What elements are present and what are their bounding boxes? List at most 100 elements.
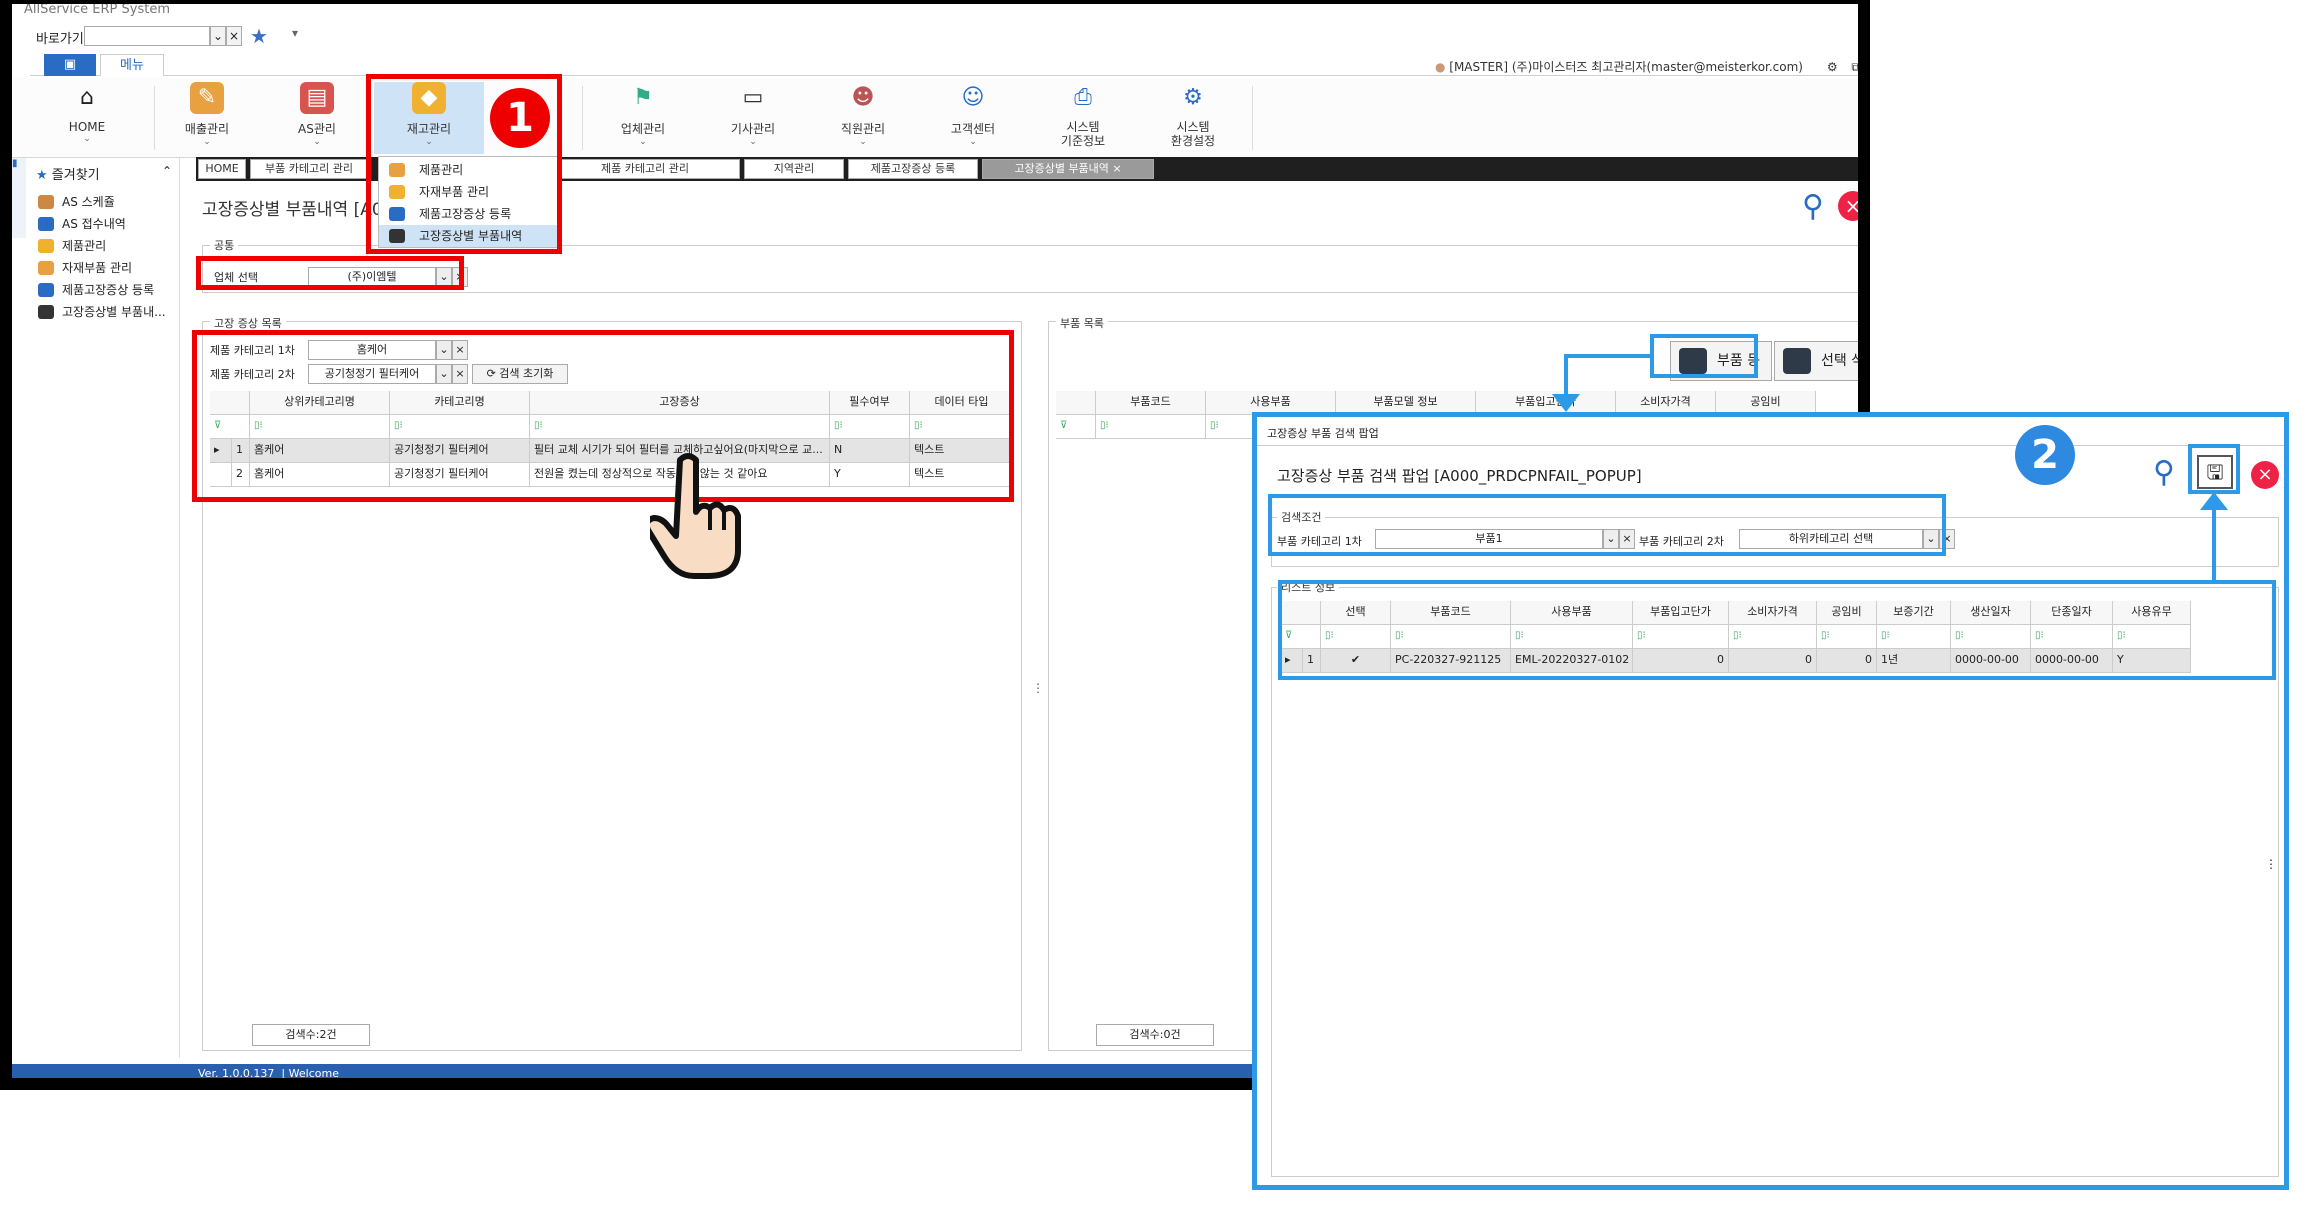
delete-selected-button[interactable]: 선택 삭제 bbox=[1774, 341, 1858, 381]
column-header[interactable]: 보증기간 bbox=[1877, 601, 1951, 625]
ribbon-as-button[interactable]: ▤ AS관리 ⌄ bbox=[262, 82, 372, 154]
table-cell[interactable]: 홈케어 bbox=[250, 463, 390, 487]
close-icon[interactable]: × bbox=[2251, 461, 2279, 489]
table-cell[interactable]: 공기청정기 필터케어 bbox=[390, 439, 530, 463]
filter-cell[interactable]: ▯⁝ bbox=[1096, 415, 1206, 439]
table-cell[interactable]: N bbox=[830, 439, 910, 463]
dropdown-item[interactable]: 고장증상별 부품내역 bbox=[379, 225, 559, 247]
tab-menu[interactable]: 메뉴 bbox=[100, 54, 164, 76]
column-header[interactable]: 카테고리명 bbox=[390, 391, 530, 415]
column-header[interactable]: 사용부품 bbox=[1511, 601, 1633, 625]
filter-cell[interactable]: ▯⁝ bbox=[1877, 625, 1951, 649]
pin-icon[interactable]: ▾ bbox=[292, 26, 298, 40]
star-icon[interactable]: ★ bbox=[250, 24, 268, 48]
clear-icon[interactable]: × bbox=[452, 364, 468, 384]
cat1-select[interactable]: 홈케어 bbox=[308, 340, 436, 360]
ribbon-home-button[interactable]: ⌂ HOME ⌄ bbox=[32, 82, 142, 154]
table-cell[interactable]: 텍스트 bbox=[910, 439, 1014, 463]
filter-cell[interactable]: ▯⁝ bbox=[1391, 625, 1511, 649]
quick-combo[interactable] bbox=[84, 26, 210, 46]
table-cell[interactable]: Y bbox=[830, 463, 910, 487]
ribbon-customer-button[interactable]: ☺ 고객센터 ⌄ bbox=[918, 82, 1028, 154]
sidebar-item[interactable]: AS 스케쥴 bbox=[38, 192, 115, 212]
favorites-header[interactable]: ★ 즐겨찾기 bbox=[36, 164, 100, 183]
filter-cell[interactable]: ▯⁝ bbox=[830, 415, 910, 439]
column-header[interactable]: 생산일자 bbox=[1951, 601, 2031, 625]
chevron-down-icon[interactable]: ⌄ bbox=[1923, 529, 1939, 549]
chevron-down-icon[interactable]: ⌄ bbox=[436, 340, 452, 360]
sidebar-item[interactable]: 제품관리 bbox=[38, 236, 106, 256]
table-cell[interactable]: 공기청정기 필터케어 bbox=[390, 463, 530, 487]
vendor-select[interactable]: (주)이엠텔 bbox=[308, 267, 436, 287]
filter-cell[interactable]: ▯⁝ bbox=[910, 415, 1014, 439]
row-indicator[interactable]: ▸ bbox=[1281, 649, 1303, 673]
ribbon-sysbase-button[interactable]: ⎙ 시스템 기준정보 bbox=[1028, 82, 1138, 154]
column-header[interactable]: 고장증상 bbox=[530, 391, 830, 415]
filter-cell[interactable]: ▯⁝ bbox=[530, 415, 830, 439]
column-header[interactable]: 데이터 타입 bbox=[910, 391, 1014, 415]
clear-icon[interactable]: × bbox=[1619, 529, 1635, 549]
filter-cell[interactable]: ▯⁝ bbox=[2031, 625, 2113, 649]
save-icon[interactable]: 🖫 bbox=[2197, 455, 2233, 489]
sidebar-item[interactable]: 고장증상별 부품내... bbox=[38, 302, 166, 322]
column-header[interactable]: 공임비 bbox=[1817, 601, 1877, 625]
part-cat2-select[interactable]: 하위카테고리 선택 bbox=[1739, 529, 1923, 549]
dropdown-item[interactable]: 제품관리 bbox=[379, 159, 559, 181]
column-header[interactable]: 소비자가격 bbox=[1729, 601, 1817, 625]
cat2-select[interactable]: 공기청정기 필터케어 bbox=[308, 364, 436, 384]
filter-cell[interactable]: ▯⁝ bbox=[1729, 625, 1817, 649]
doc-tab[interactable]: 부품 카테고리 관리 bbox=[250, 159, 368, 179]
close-icon[interactable]: × bbox=[1838, 191, 1858, 221]
column-header[interactable]: 필수여부 bbox=[830, 391, 910, 415]
table-cell[interactable]: 0000-00-00 bbox=[1951, 649, 2031, 673]
filter-cell[interactable]: ▯⁝ bbox=[2113, 625, 2191, 649]
file-tab[interactable]: ▣ bbox=[44, 54, 96, 76]
reset-search-button[interactable]: ⟳ 검색 초기화 bbox=[472, 364, 568, 384]
table-cell[interactable]: 0 bbox=[1817, 649, 1877, 673]
ribbon-sales-button[interactable]: ✎ 매출관리 ⌄ bbox=[152, 82, 262, 154]
close-icon[interactable]: × bbox=[1109, 162, 1121, 175]
column-header[interactable]: 상위카테고리명 bbox=[250, 391, 390, 415]
table-cell[interactable]: 홈케어 bbox=[250, 439, 390, 463]
table-cell[interactable]: 텍스트 bbox=[910, 463, 1014, 487]
sidebar-item[interactable]: 자재부품 관리 bbox=[38, 258, 132, 278]
gear-icon[interactable]: ⚙ bbox=[1827, 60, 1838, 74]
chevron-down-icon[interactable]: ⌄ bbox=[436, 267, 452, 287]
splitter-handle[interactable]: ⋮ bbox=[2265, 857, 2277, 871]
part-cat1-select[interactable]: 부품1 bbox=[1375, 529, 1603, 549]
table-cell[interactable]: 0000-00-00 bbox=[2031, 649, 2113, 673]
row-indicator[interactable] bbox=[210, 463, 232, 487]
table-cell[interactable]: 0 bbox=[1633, 649, 1729, 673]
dropdown-item[interactable]: 자재부품 관리 bbox=[379, 181, 559, 203]
filter-cell[interactable]: ▯⁝ bbox=[250, 415, 390, 439]
column-header[interactable]: 부품코드 bbox=[1096, 391, 1206, 415]
doc-tab[interactable]: 고장증상별 부품내역 × bbox=[982, 159, 1154, 179]
ribbon-sysenv-button[interactable]: ⚙ 시스템 환경설정 bbox=[1138, 82, 1248, 154]
chevron-down-icon[interactable]: ⌄ bbox=[1603, 529, 1619, 549]
filter-cell[interactable]: ▯⁝ bbox=[1817, 625, 1877, 649]
clear-icon[interactable]: × bbox=[452, 340, 468, 360]
sidebar-item[interactable]: AS 접수내역 bbox=[38, 214, 126, 234]
doc-tab[interactable]: HOME bbox=[198, 159, 246, 179]
chevron-down-icon[interactable]: ⌄ bbox=[210, 26, 226, 46]
column-header[interactable]: 부품코드 bbox=[1391, 601, 1511, 625]
search-person-icon[interactable]: ⚲ bbox=[1802, 189, 1824, 224]
close-icon[interactable]: × bbox=[226, 26, 242, 46]
ribbon-stock-button[interactable]: ◆ 재고관리 ⌄ bbox=[374, 82, 484, 154]
table-cell[interactable]: 0 bbox=[1729, 649, 1817, 673]
column-header[interactable]: 사용유무 bbox=[2113, 601, 2191, 625]
sidebar-item[interactable]: 제품고장증상 등록 bbox=[38, 280, 154, 300]
ribbon-staff-button[interactable]: ☻ 직원관리 ⌄ bbox=[808, 82, 918, 154]
table-cell[interactable]: EML-20220327-0102 bbox=[1511, 649, 1633, 673]
filter-cell[interactable]: ▯⁝ bbox=[1951, 625, 2031, 649]
register-part-button[interactable]: 부품 등록 bbox=[1670, 341, 1772, 407]
splitter-handle[interactable]: ⋮ bbox=[1032, 681, 1044, 695]
filter-cell[interactable]: ▯⁝ bbox=[1633, 625, 1729, 649]
column-header[interactable]: 단종일자 bbox=[2031, 601, 2113, 625]
chevron-down-icon[interactable]: ⌄ bbox=[436, 364, 452, 384]
table-cell[interactable]: Y bbox=[2113, 649, 2191, 673]
doc-tab[interactable]: 제품고장증상 등록 bbox=[848, 159, 978, 179]
table-cell[interactable]: PC-220327-921125 bbox=[1391, 649, 1511, 673]
clear-icon[interactable]: × bbox=[1939, 529, 1955, 549]
table-cell[interactable]: 1년 bbox=[1877, 649, 1951, 673]
